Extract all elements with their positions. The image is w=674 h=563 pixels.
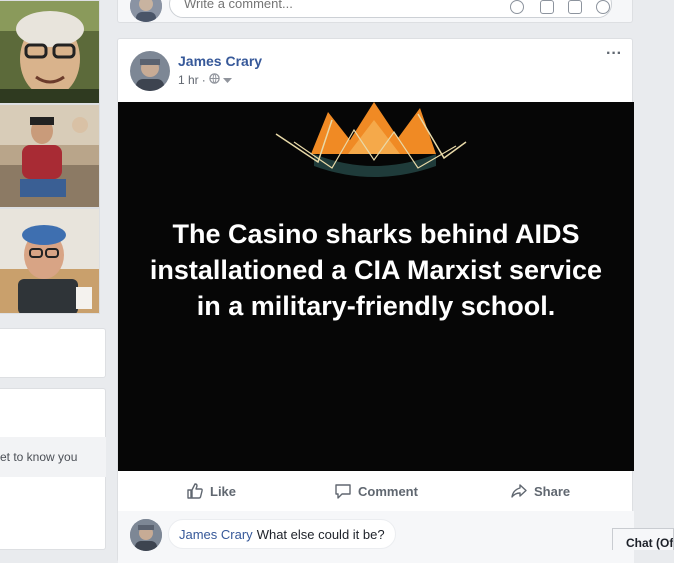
share-arrow-icon [510, 482, 528, 500]
friend-photo-3[interactable] [0, 208, 100, 314]
author-avatar[interactable] [130, 51, 170, 91]
feed-post: James Crary 1 hr · ··· The Casino sharks… [117, 38, 634, 563]
comment-text: What else could it be? [256, 526, 385, 542]
comment-author-name[interactable]: James Crary [179, 527, 253, 542]
globe-icon[interactable] [208, 73, 220, 87]
crown-graphic [275, 102, 467, 177]
sticker-icon[interactable] [596, 0, 610, 14]
get-to-know-row[interactable]: et to know you [0, 437, 106, 477]
emoji-icon[interactable] [510, 0, 524, 14]
post-image[interactable]: The Casino sharks behind AIDS installati… [118, 102, 634, 471]
share-button[interactable]: Share [510, 471, 570, 511]
like-label: Like [210, 483, 237, 499]
previous-post-comment-box [117, 0, 633, 23]
comment-author-avatar[interactable] [130, 519, 162, 551]
like-button[interactable]: Like [186, 471, 236, 511]
friend-photo-2[interactable] [0, 104, 100, 208]
comments-area: James Crary What else could it be? [118, 511, 634, 563]
left-column: et to know you [0, 0, 106, 550]
post-options-menu[interactable]: ··· [606, 46, 622, 62]
post-author-name[interactable]: James Crary [178, 53, 262, 69]
post-actions: Like Comment Share [118, 471, 634, 512]
post-image-text: The Casino sharks behind AIDS installati… [149, 219, 603, 321]
chat-tab[interactable]: Chat (Of [612, 528, 674, 550]
post-timestamp[interactable]: 1 hr [178, 73, 199, 87]
left-card-1 [0, 328, 106, 378]
gif-icon[interactable] [568, 0, 582, 14]
comment-label: Comment [358, 483, 418, 499]
meta-separator: · [201, 73, 206, 87]
comment-button[interactable]: Comment [334, 471, 418, 511]
post-meta: 1 hr · [178, 73, 232, 87]
share-label: Share [534, 483, 571, 499]
comment-input-box[interactable] [169, 0, 612, 18]
friend-photo-1[interactable] [0, 0, 100, 104]
thumbs-up-icon [186, 482, 204, 500]
commenter-avatar [130, 0, 162, 22]
chevron-down-icon[interactable] [222, 73, 232, 87]
get-to-know-text: et to know you [0, 450, 78, 464]
camera-icon[interactable] [540, 0, 554, 14]
comment-input[interactable] [182, 0, 466, 12]
comment-bubble: James Crary What else could it be? [168, 519, 396, 549]
comment-bubble-icon [334, 482, 352, 500]
